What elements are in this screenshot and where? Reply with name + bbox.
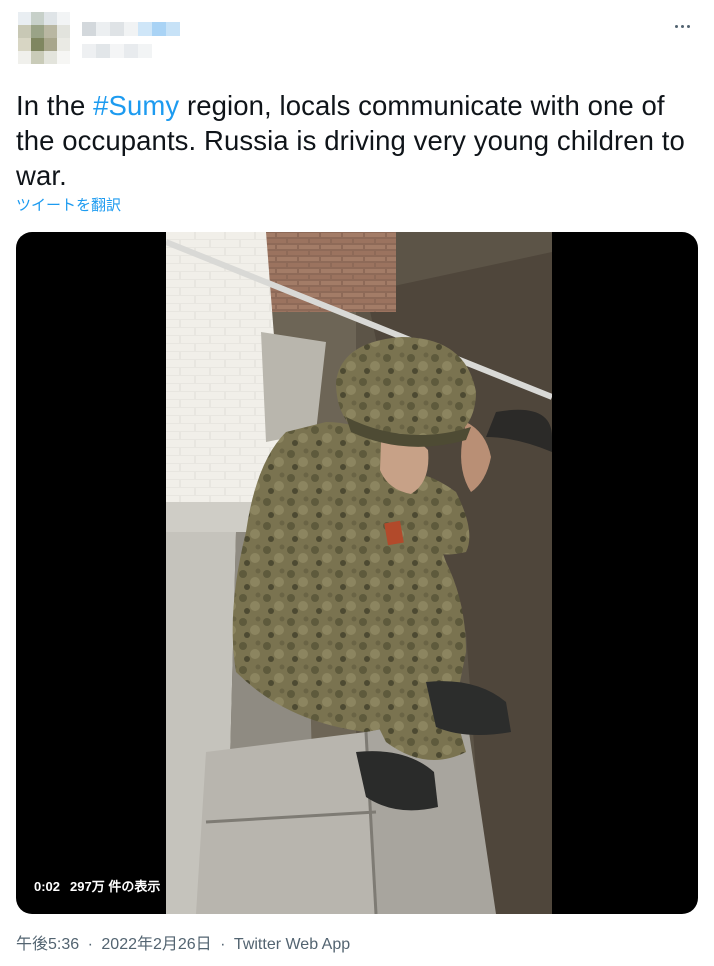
video-player[interactable]: 0:02 297万 件の表示 <box>16 232 698 914</box>
tweet-metadata: 午後5:36 · 2022年2月26日 · Twitter Web App <box>16 934 350 956</box>
avatar[interactable] <box>18 12 70 64</box>
ellipsis-icon <box>674 24 690 28</box>
separator: · <box>87 936 93 953</box>
video-view-count: 297万 件の表示 <box>70 879 161 894</box>
tweet-time[interactable]: 午後5:36 <box>16 936 79 953</box>
video-badge: 0:02 297万 件の表示 <box>28 876 167 898</box>
tweet-text-part: In the <box>16 90 94 121</box>
video-elapsed-time: 0:02 <box>34 879 61 894</box>
tweet-header <box>18 8 698 70</box>
video-thumbnail[interactable] <box>166 232 552 914</box>
separator: · <box>220 936 226 953</box>
tweet-date[interactable]: 2022年2月26日 <box>101 936 211 953</box>
more-options-button[interactable] <box>670 16 694 36</box>
hashtag-link[interactable]: #Sumy <box>93 90 179 121</box>
tweet-text: In the #Sumy region, locals communicate … <box>16 88 696 193</box>
tweet-client-link[interactable]: Twitter Web App <box>234 936 350 953</box>
account-name-blurred[interactable] <box>82 18 202 62</box>
translate-tweet-link[interactable]: ツイートを翻訳 <box>16 196 121 216</box>
